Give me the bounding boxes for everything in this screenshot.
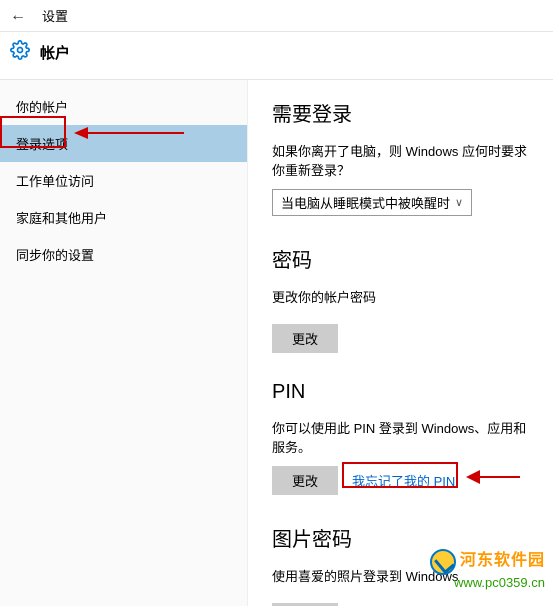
chevron-down-icon: ∨ xyxy=(455,196,463,209)
password-desc: 更改你的帐户密码 xyxy=(272,287,533,306)
watermark-url: www.pc0359.cn xyxy=(430,575,545,590)
sidebar: 你的帐户 登录选项 工作单位访问 家庭和其他用户 同步你的设置 xyxy=(0,80,248,606)
content-pane: 需要登录 如果你离开了电脑，则 Windows 应何时要求你重新登录？ 当电脑从… xyxy=(248,80,553,606)
forgot-pin-link[interactable]: 我忘记了我的 PIN xyxy=(352,471,455,490)
sidebar-item-sync-settings[interactable]: 同步你的设置 xyxy=(0,236,247,273)
sidebar-item-signin-options[interactable]: 登录选项 xyxy=(0,125,247,162)
select-value: 当电脑从睡眠模式中被唤醒时 xyxy=(281,193,450,212)
login-heading: 需要登录 xyxy=(272,98,533,127)
login-desc: 如果你离开了电脑，则 Windows 应何时要求你重新登录？ xyxy=(272,141,533,179)
change-pin-button[interactable]: 更改 xyxy=(272,466,338,495)
page-title: 帐户 xyxy=(40,42,70,63)
sidebar-item-family-users[interactable]: 家庭和其他用户 xyxy=(0,199,247,236)
sidebar-item-work-access[interactable]: 工作单位访问 xyxy=(0,162,247,199)
annotation-arrow-icon xyxy=(466,468,520,486)
watermark-text: 河东软件园 xyxy=(460,552,545,569)
gear-icon xyxy=(10,40,30,65)
require-signin-select[interactable]: 当电脑从睡眠模式中被唤醒时 ∨ xyxy=(272,189,472,216)
back-icon[interactable]: ← xyxy=(10,7,26,25)
topbar-title: 设置 xyxy=(42,6,68,25)
pin-desc: 你可以使用此 PIN 登录到 Windows、应用和服务。 xyxy=(272,418,533,456)
password-heading: 密码 xyxy=(272,244,533,273)
sidebar-item-your-account[interactable]: 你的帐户 xyxy=(0,88,247,125)
watermark: 河东软件园 www.pc0359.cn xyxy=(430,546,545,590)
watermark-logo-icon xyxy=(430,549,456,575)
change-password-button[interactable]: 更改 xyxy=(272,324,338,353)
pin-heading: PIN xyxy=(272,381,533,404)
